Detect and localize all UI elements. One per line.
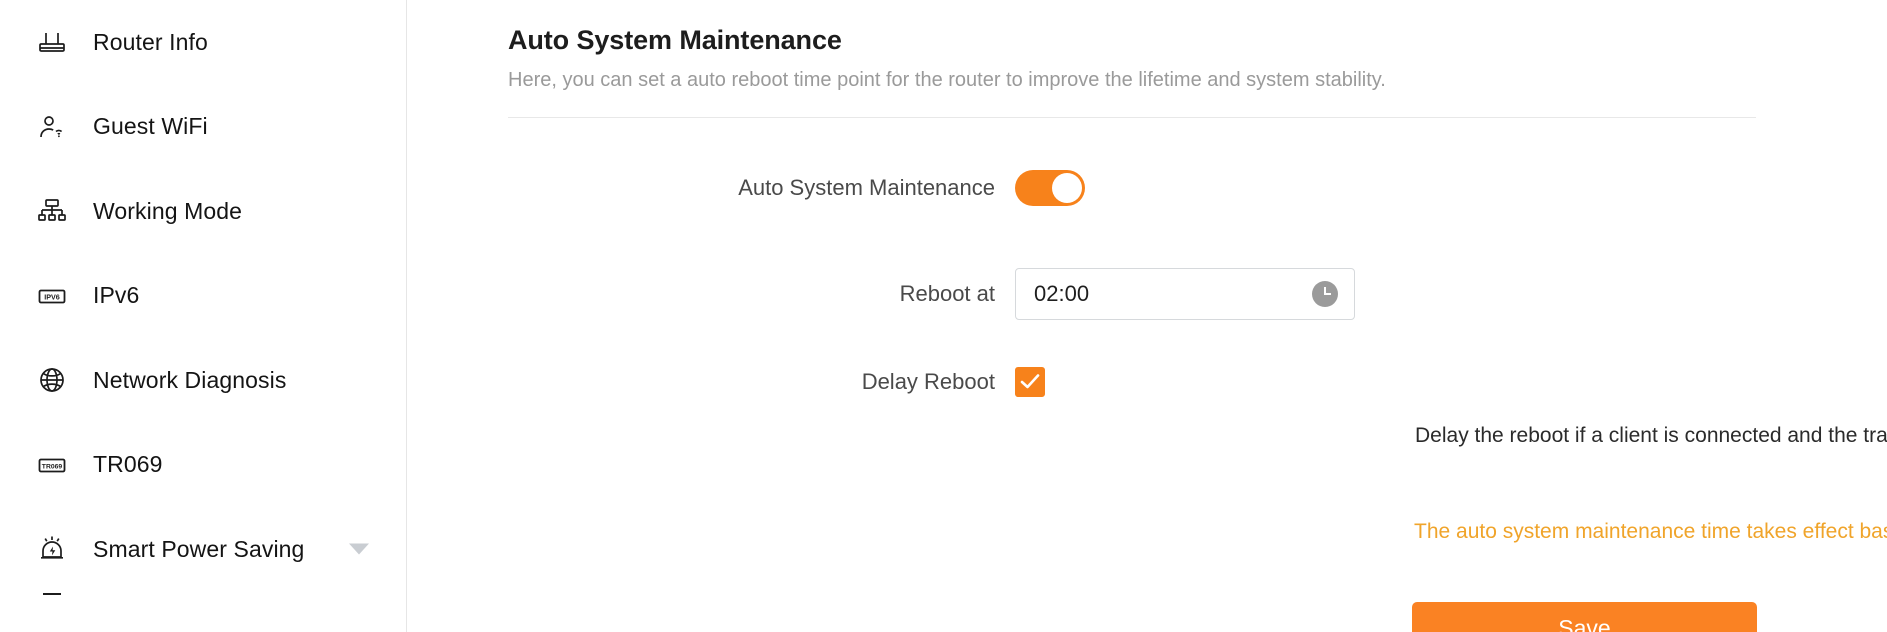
sidebar-item-router-info[interactable]: Router Info [0, 0, 406, 85]
svg-text:TR069: TR069 [42, 463, 63, 470]
page-subtitle: Here, you can set a auto reboot time poi… [508, 69, 1386, 91]
sidebar-item-label: Smart Power Saving [93, 535, 305, 562]
delay-reboot-row: Delay Reboot [595, 367, 1045, 397]
router-icon [35, 25, 69, 59]
sidebar-item-label: Router Info [93, 28, 208, 55]
power-saving-icon [35, 532, 69, 566]
sidebar-item-ipv6[interactable]: IPV6 IPv6 [0, 254, 406, 339]
sidebar-item-label: IPv6 [93, 282, 140, 309]
tr069-badge-icon: TR069 [35, 448, 69, 482]
sidebar-item-label: Network Diagnosis [93, 366, 287, 393]
guest-wifi-icon [35, 110, 69, 144]
partial-icon [35, 592, 69, 620]
sidebar-item-next[interactable] [0, 592, 406, 620]
ipv6-badge-icon: IPV6 [35, 279, 69, 313]
sidebar-navigation: Router Info Guest WiFi Working Mode IPV6… [0, 0, 407, 632]
system-time-note: The auto system maintenance time takes e… [1414, 520, 1887, 543]
sidebar-item-tr069[interactable]: TR069 TR069 [0, 423, 406, 508]
app-window: Router Info Guest WiFi Working Mode IPV6… [0, 0, 1887, 632]
sidebar-item-guest-wifi[interactable]: Guest WiFi [0, 85, 406, 170]
svg-text:IPV6: IPV6 [44, 292, 60, 301]
auto-maintenance-row: Auto System Maintenance [595, 170, 1085, 206]
header-divider [508, 117, 1756, 118]
page-title: Auto System Maintenance [508, 25, 842, 56]
sidebar-item-smart-power-saving[interactable]: Smart Power Saving [0, 507, 406, 592]
working-mode-icon [35, 194, 69, 228]
check-icon [1020, 374, 1040, 389]
chevron-down-icon[interactable] [349, 543, 369, 555]
delay-reboot-checkbox[interactable] [1015, 367, 1045, 397]
delay-reboot-label: Delay Reboot [861, 369, 995, 394]
sidebar-item-label: Working Mode [93, 197, 243, 224]
reboot-at-value: 02:00 [1034, 281, 1090, 306]
reboot-at-input[interactable]: 02:00 [1015, 268, 1355, 320]
auto-maintenance-label: Auto System Maintenance [738, 175, 995, 200]
toggle-knob [1052, 173, 1082, 203]
delay-reboot-description: Delay the reboot if a client is connecte… [1415, 424, 1887, 447]
reboot-at-row: Reboot at 02:00 [595, 268, 1355, 320]
save-button[interactable]: Save [1412, 602, 1757, 632]
reboot-at-label: Reboot at [899, 281, 995, 306]
auto-maintenance-toggle[interactable] [1015, 170, 1085, 206]
sidebar-item-working-mode[interactable]: Working Mode [0, 169, 406, 254]
globe-icon [35, 363, 69, 397]
sidebar-item-label: Guest WiFi [93, 113, 208, 140]
sidebar-item-network-diagnosis[interactable]: Network Diagnosis [0, 338, 406, 423]
main-content: Auto System Maintenance Here, you can se… [407, 0, 1887, 632]
clock-icon[interactable] [1312, 281, 1338, 307]
sidebar-item-label: TR069 [93, 451, 163, 478]
